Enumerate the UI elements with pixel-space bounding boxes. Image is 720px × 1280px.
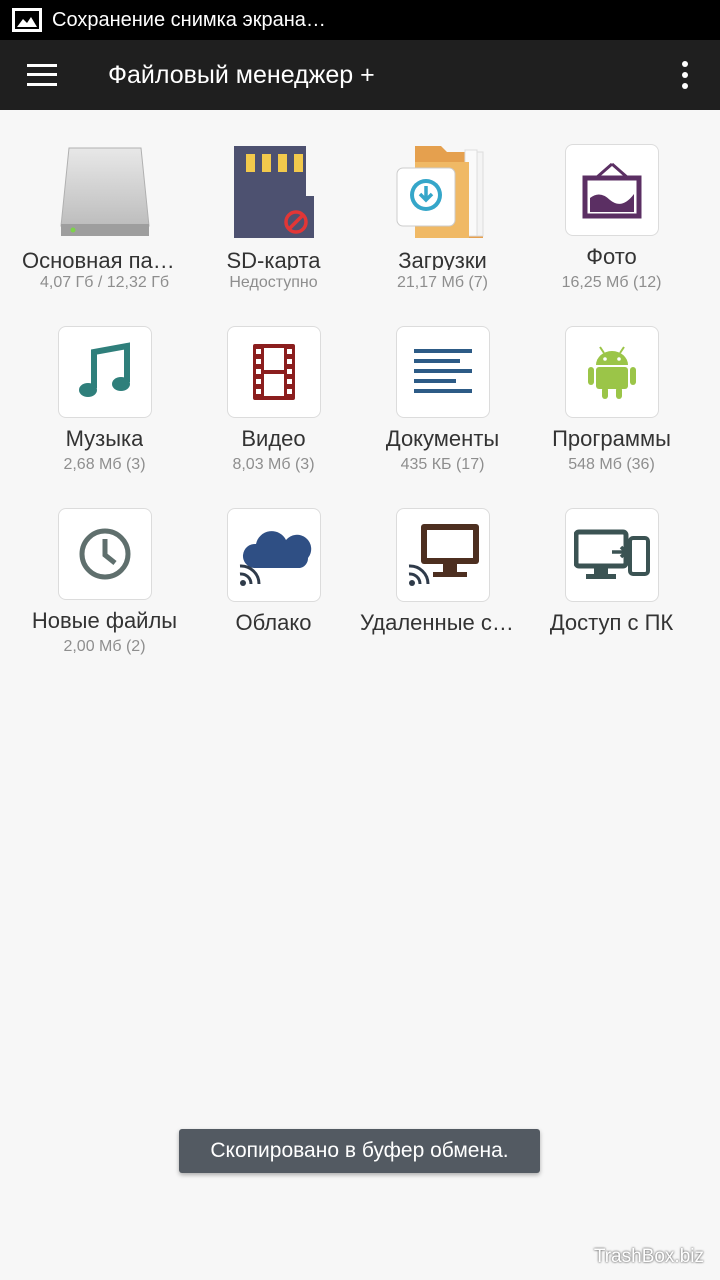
status-bar: Сохранение снимка экрана… bbox=[0, 0, 720, 40]
tile-sd-card[interactable]: SD-карта Недоступно bbox=[189, 110, 358, 292]
tile-subtitle: 2,68 Мб (3) bbox=[63, 456, 146, 473]
downloads-folder-icon bbox=[395, 144, 491, 240]
tile-label: Доступ с ПК bbox=[549, 610, 674, 635]
tile-subtitle: 8,03 Мб (3) bbox=[232, 456, 315, 473]
remote-monitor-icon bbox=[395, 508, 490, 602]
film-strip-icon bbox=[226, 326, 321, 419]
document-lines-icon bbox=[395, 326, 490, 419]
tile-label: Музыка bbox=[65, 426, 144, 452]
hamburger-menu-icon bbox=[27, 64, 57, 86]
tile-subtitle: 21,17 Мб (7) bbox=[397, 274, 488, 291]
tile-subtitle: 16,25 Мб (12) bbox=[561, 274, 662, 291]
rss-icon bbox=[408, 564, 430, 586]
tile-music[interactable]: Музыка 2,68 Мб (3) bbox=[20, 292, 189, 474]
photo-frame-icon bbox=[564, 144, 659, 237]
android-icon bbox=[564, 326, 659, 419]
tile-documents[interactable]: Документы 435 КБ (17) bbox=[358, 292, 527, 474]
tile-video[interactable]: Видео 8,03 Мб (3) bbox=[189, 292, 358, 474]
hard-drive-icon bbox=[57, 144, 153, 240]
tile-subtitle: Недоступно bbox=[229, 274, 318, 291]
tile-label: Облако bbox=[235, 610, 312, 635]
tile-apps[interactable]: Программы 548 Мб (36) bbox=[527, 292, 696, 474]
tile-label: Документы bbox=[385, 426, 500, 452]
tile-subtitle: 2,00 Мб (2) bbox=[63, 638, 146, 655]
tile-subtitle: 548 Мб (36) bbox=[568, 456, 655, 473]
tile-label: Программы bbox=[552, 426, 671, 452]
tile-pc-access[interactable]: Доступ с ПК bbox=[527, 474, 696, 656]
sd-card-icon bbox=[226, 144, 322, 240]
tile-downloads[interactable]: Загрузки 21,17 Мб (7) bbox=[358, 110, 527, 292]
cloud-icon bbox=[226, 508, 321, 602]
menu-button[interactable] bbox=[0, 40, 84, 110]
toast-message: Скопировано в буфер обмена. bbox=[179, 1129, 540, 1173]
tile-remote-services[interactable]: Удаленные службы bbox=[358, 474, 527, 656]
tile-subtitle: 435 КБ (17) bbox=[400, 456, 485, 473]
tile-recent-files[interactable]: Новые файлы 2,00 Мб (2) bbox=[20, 474, 189, 656]
more-vert-icon bbox=[682, 59, 688, 92]
storage-grid: Основная память 4,07 Гб / 12,32 Гб SD-ка… bbox=[0, 110, 720, 656]
pc-access-icon bbox=[564, 508, 659, 602]
music-note-icon bbox=[57, 326, 152, 419]
tile-label: Загрузки bbox=[398, 248, 487, 270]
overflow-menu-button[interactable] bbox=[660, 40, 710, 110]
clock-icon bbox=[57, 508, 152, 601]
app-bar: Файловый менеджер + bbox=[0, 40, 720, 110]
rss-icon bbox=[239, 564, 261, 586]
tile-cloud[interactable]: Облако bbox=[189, 474, 358, 656]
tile-label: SD-карта bbox=[226, 248, 321, 270]
tile-internal-storage[interactable]: Основная память 4,07 Гб / 12,32 Гб bbox=[20, 110, 189, 292]
notification-text: Сохранение снимка экрана… bbox=[52, 8, 326, 31]
watermark: TrashBox.biz bbox=[593, 1246, 704, 1267]
page-title: Файловый менеджер + bbox=[108, 60, 375, 89]
tile-label: Удаленные службы bbox=[360, 610, 525, 635]
tile-label: Видео bbox=[241, 426, 306, 452]
tile-label: Новые файлы bbox=[31, 608, 178, 634]
tile-label: Основная память bbox=[22, 248, 187, 270]
image-icon bbox=[12, 8, 42, 32]
tile-photos[interactable]: Фото 16,25 Мб (12) bbox=[527, 110, 696, 292]
tile-subtitle: 4,07 Гб / 12,32 Гб bbox=[39, 274, 170, 291]
tile-label: Фото bbox=[586, 244, 637, 270]
